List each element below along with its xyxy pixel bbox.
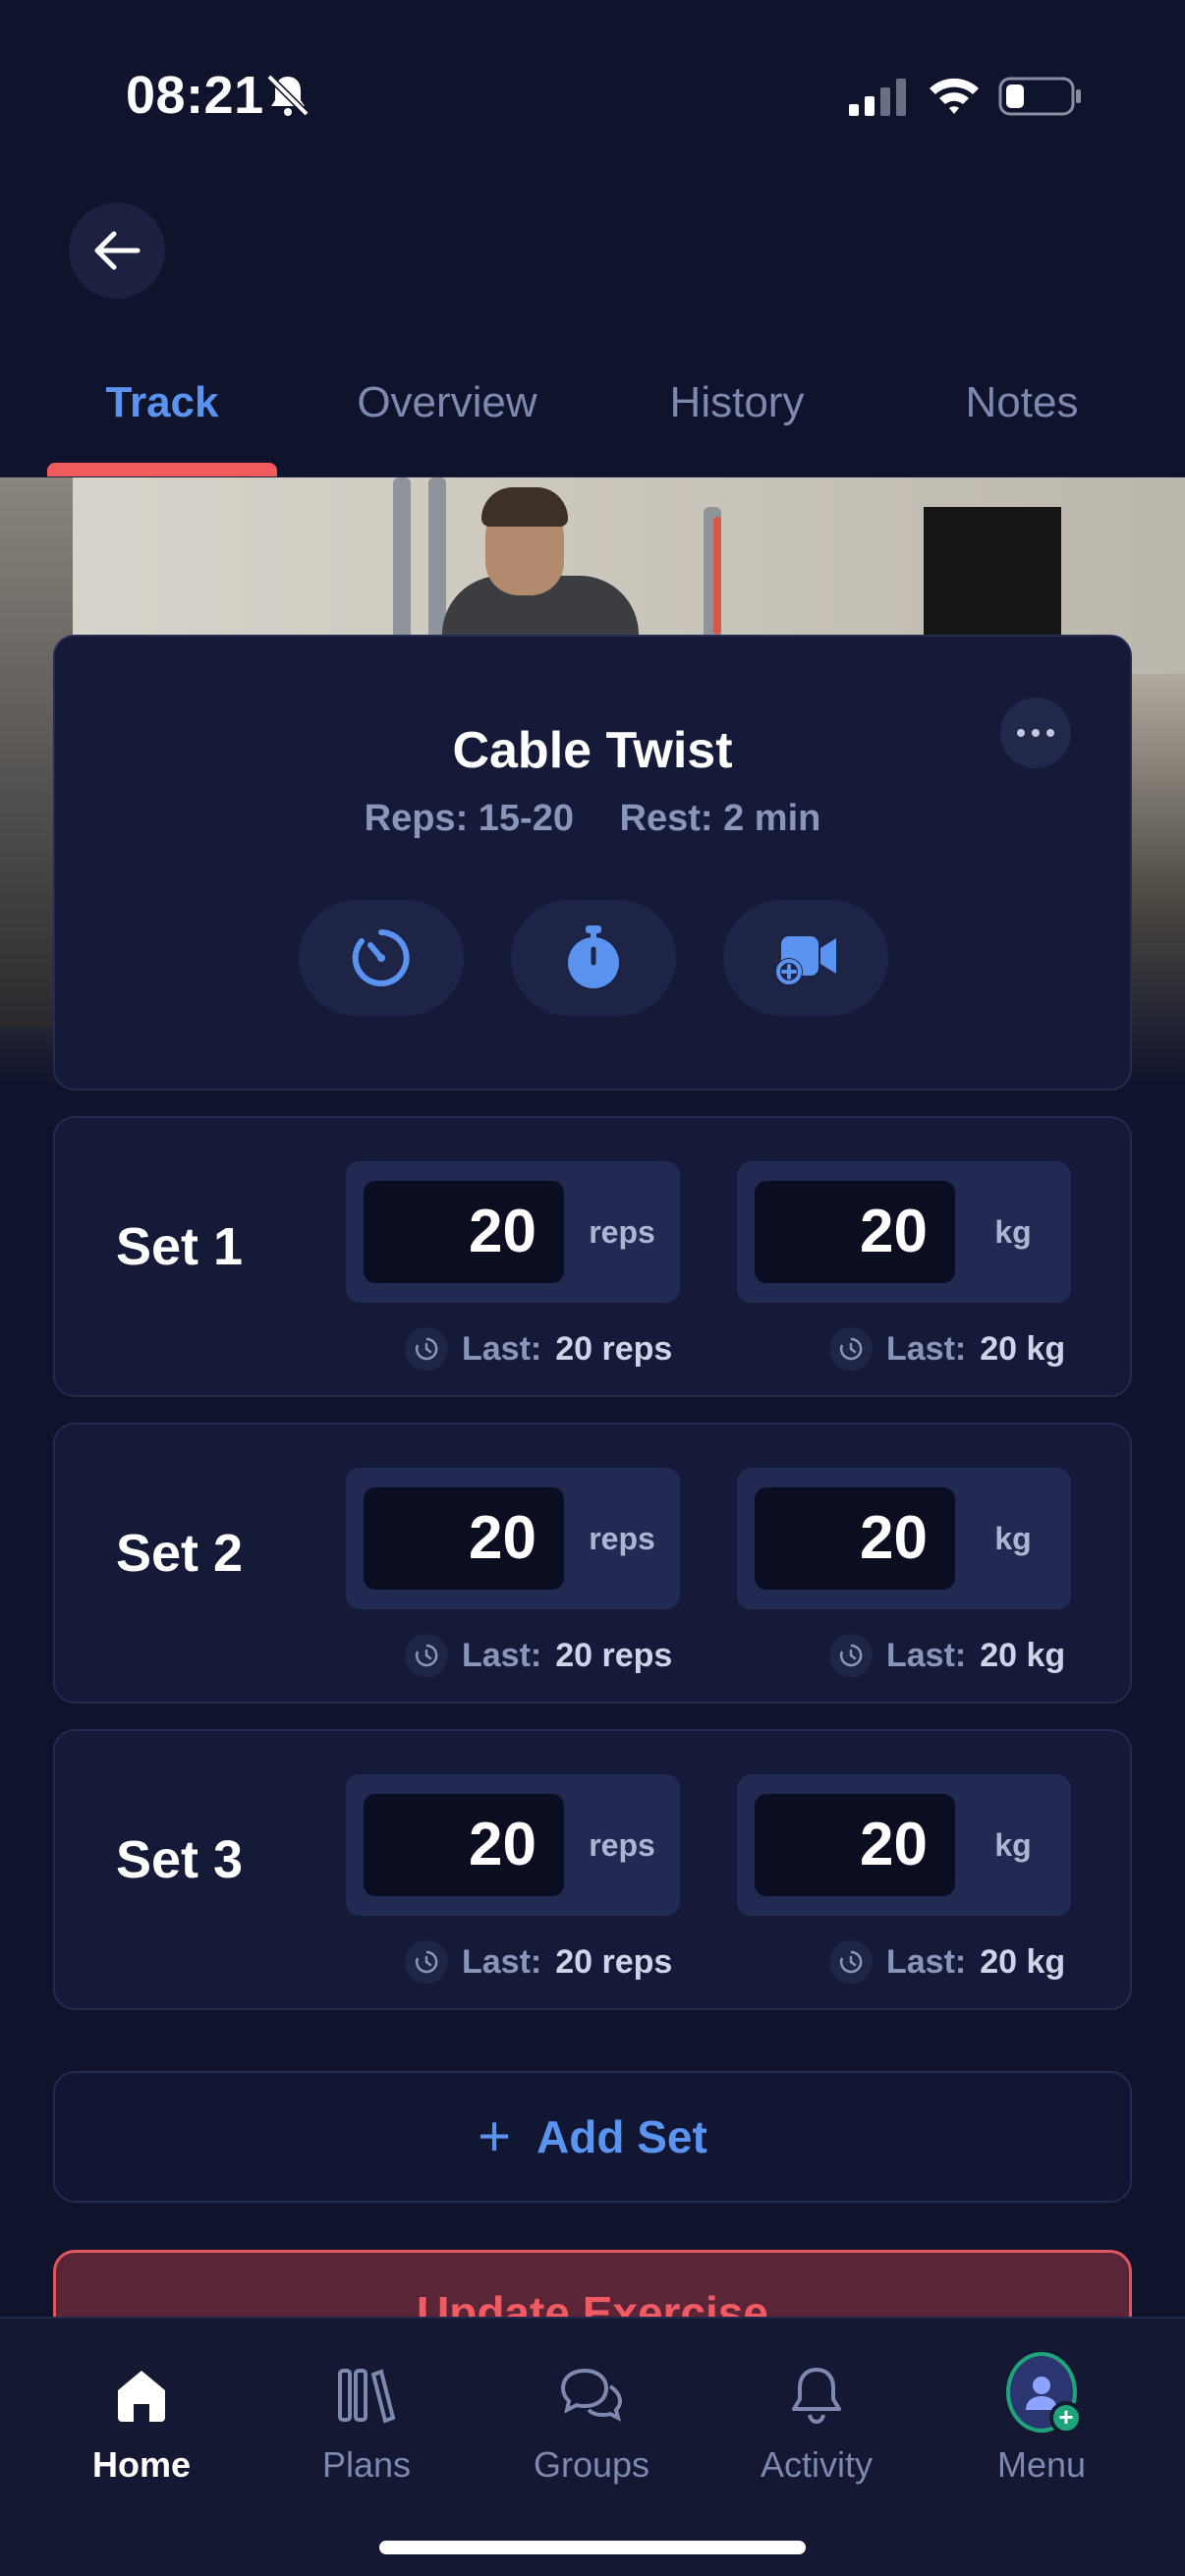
stopwatch-icon — [568, 925, 619, 988]
last-label: Last: — [462, 1636, 542, 1674]
tab-track[interactable]: Track — [47, 364, 277, 442]
gauge-icon — [352, 929, 410, 986]
tab-overview[interactable]: Overview — [324, 364, 570, 442]
wifi-icon — [930, 78, 979, 114]
weight-input[interactable]: 20 — [755, 1181, 955, 1283]
set-row: Set 2 20 reps 20 kg Last: 20 reps Last: … — [53, 1423, 1132, 1704]
nav-label: Activity — [760, 2444, 873, 2485]
last-label: Last: — [886, 1329, 967, 1368]
nav-menu[interactable]: + Menu — [943, 2352, 1140, 2486]
weight-unit: kg — [994, 1214, 1032, 1250]
plans-icon — [331, 2360, 402, 2431]
last-label: Last: — [886, 1636, 967, 1674]
tab-history[interactable]: History — [629, 364, 845, 442]
last-label: Last: — [462, 1329, 542, 1368]
last-weight: Last: 20 kg — [829, 1937, 1065, 1987]
last-weight-value: 20 kg — [980, 1329, 1066, 1368]
last-reps: Last: 20 reps — [405, 1937, 672, 1987]
status-time: 08:21 — [126, 66, 264, 125]
arrow-left-icon — [94, 231, 141, 270]
bell-icon — [781, 2360, 852, 2431]
nav-label: Menu — [996, 2444, 1087, 2485]
active-tab-indicator — [47, 463, 277, 477]
last-reps-value: 20 reps — [555, 1942, 673, 1981]
plus-badge-icon: + — [1049, 2401, 1083, 2435]
weight-unit: kg — [994, 1521, 1032, 1556]
add-set-button[interactable]: + Add Set — [53, 2071, 1132, 2203]
reps-unit: reps — [589, 1214, 655, 1250]
stopwatch-button[interactable] — [511, 900, 676, 1016]
bell-off-icon — [266, 74, 310, 117]
weight-unit: kg — [994, 1827, 1032, 1863]
nav-activity[interactable]: Activity — [718, 2360, 915, 2486]
nav-label: Groups — [533, 2444, 650, 2485]
set-label: Set 3 — [116, 1830, 244, 1889]
avatar-icon: + — [1006, 2352, 1083, 2435]
nav-home[interactable]: Home — [43, 2360, 240, 2486]
weight-input-group: 20 kg — [737, 1161, 1071, 1303]
exercise-rest: Rest: 2 min — [619, 798, 821, 839]
set-row: Set 3 20 reps 20 kg Last: 20 reps Last: … — [53, 1729, 1132, 2010]
history-clock-icon — [405, 1327, 448, 1371]
history-clock-icon — [829, 1634, 873, 1677]
exercise-card: Cable Twist Reps: 15-20 Rest: 2 min — [53, 635, 1132, 1091]
last-reps-value: 20 reps — [555, 1329, 673, 1368]
last-weight-value: 20 kg — [980, 1636, 1066, 1674]
nav-groups[interactable]: Groups — [493, 2360, 690, 2486]
reps-input[interactable]: 20 — [364, 1181, 564, 1283]
nav-label: Home — [91, 2444, 192, 2485]
status-bar: 08:21 — [0, 0, 1185, 196]
last-weight: Last: 20 kg — [829, 1324, 1065, 1373]
add-video-icon — [775, 936, 836, 985]
reps-unit: reps — [589, 1827, 655, 1863]
nav-plans[interactable]: Plans — [268, 2360, 465, 2486]
exercise-title: Cable Twist — [452, 722, 733, 779]
reps-input-group: 20 reps — [346, 1774, 680, 1916]
signal-icon — [849, 79, 906, 116]
last-label: Last: — [462, 1942, 542, 1981]
reps-input[interactable]: 20 — [364, 1487, 564, 1590]
exercise-reps: Reps: 15-20 — [364, 798, 574, 839]
history-clock-icon — [829, 1940, 873, 1984]
set-label: Set 2 — [116, 1524, 244, 1583]
last-reps-value: 20 reps — [555, 1636, 673, 1674]
hero-person-hair — [481, 487, 568, 527]
last-weight-value: 20 kg — [980, 1942, 1066, 1981]
last-weight: Last: 20 kg — [829, 1631, 1065, 1680]
rest-timer-button[interactable] — [299, 900, 464, 1016]
history-clock-icon — [405, 1940, 448, 1984]
tab-notes[interactable]: Notes — [914, 364, 1130, 442]
add-set-label: Add Set — [536, 2111, 707, 2162]
back-button[interactable] — [69, 202, 165, 299]
last-reps: Last: 20 reps — [405, 1324, 672, 1373]
tab-bar: Track Overview History Notes — [0, 364, 1185, 477]
weight-input-group: 20 kg — [737, 1468, 1071, 1609]
weight-input-group: 20 kg — [737, 1774, 1071, 1916]
bottom-nav: Home Plans Groups Activity + Menu — [0, 2317, 1185, 2576]
history-clock-icon — [829, 1327, 873, 1371]
reps-input-group: 20 reps — [346, 1161, 680, 1303]
hero-tv — [924, 507, 1061, 654]
hero-cable — [713, 517, 721, 635]
weight-input[interactable]: 20 — [755, 1487, 955, 1590]
last-reps: Last: 20 reps — [405, 1631, 672, 1680]
set-row: Set 1 20 reps 20 kg Last: 20 reps Last: … — [53, 1116, 1132, 1397]
last-label: Last: — [886, 1942, 967, 1981]
reps-unit: reps — [589, 1521, 655, 1556]
reps-input-group: 20 reps — [346, 1468, 680, 1609]
battery-icon — [998, 77, 1081, 116]
history-clock-icon — [405, 1634, 448, 1677]
nav-label: Plans — [321, 2444, 412, 2485]
add-video-button[interactable] — [723, 900, 888, 1016]
home-icon — [106, 2360, 177, 2431]
home-indicator — [379, 2541, 806, 2554]
set-label: Set 1 — [116, 1217, 244, 1276]
reps-input[interactable]: 20 — [364, 1794, 564, 1896]
weight-input[interactable]: 20 — [755, 1794, 955, 1896]
plus-icon: + — [478, 2104, 512, 2168]
groups-icon — [556, 2360, 627, 2431]
exercise-meta: Reps: 15-20 Rest: 2 min — [55, 798, 1130, 840]
